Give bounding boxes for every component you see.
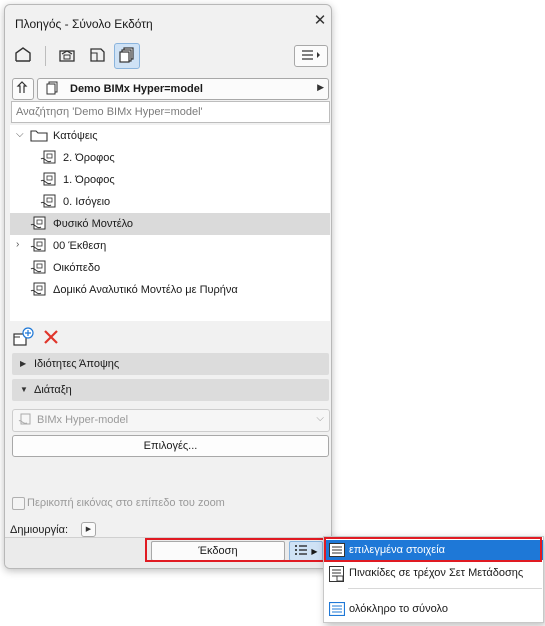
crop-checkbox-label: Περικοπή εικόνας στο επίπεδο του zoom [27,497,225,509]
tree-item-label: Κατόψεις [53,130,98,142]
go-up-button[interactable] [12,78,34,100]
up-arrow-icon [16,80,30,98]
project-map-icon [13,45,33,66]
chevron-down-icon: ⌵ [316,413,324,424]
menu-item-entire-set[interactable]: ολόκληρο το σύνολο [324,599,543,619]
triangle-right-icon: ▶ [20,359,27,368]
new-folder-icon[interactable] [13,327,35,350]
publisher-tree: ⌵ Κατόψεις 2. Όροφος 1. Όροφος 0. Ισόγει… [10,125,330,321]
view-icon [30,282,48,301]
close-icon[interactable]: ✕ [312,13,328,29]
tree-row[interactable]: Οικόπεδο [10,257,330,279]
options-menu-button[interactable] [294,45,328,67]
tree-row[interactable]: 2. Όροφος [10,147,330,169]
window-title: Πλοηγός - Σύνολο Εκδότη [15,17,153,31]
tree-item-label: 00 Έκθεση [53,240,107,252]
crop-checkbox[interactable] [12,497,25,510]
view-icon [30,260,48,279]
view-properties-section[interactable]: ▶ Ιδιότητες Άποψης [12,353,329,375]
publisher-sets-button[interactable] [114,43,140,69]
tree-row[interactable]: 0. Ισόγειο [10,191,330,213]
tree-item-label: 2. Όροφος [63,152,115,164]
create-menu-button[interactable]: ▶ [81,522,96,537]
tree-row[interactable]: Δομικό Αναλυτικό Μοντέλο με Πυρήνα [10,279,330,301]
view-icon [40,194,58,213]
menu-item-layouts-in-set[interactable]: Πινακίδες σε τρέχον Σετ Μετάδοσης [324,563,543,583]
format-select[interactable]: BIMx Hyper-model ⌵ [12,409,330,432]
tree-row[interactable]: ⌵ Κατόψεις [10,125,330,147]
tree-row[interactable]: › 00 Έκθεση [10,235,330,257]
list-menu-icon [300,49,322,64]
tree-row-selected[interactable]: Φυσικό Μοντέλο [10,213,330,235]
folder-icon [30,128,48,145]
tree-item-label: Δομικό Αναλυτικό Μοντέλο με Πυρήνα [53,284,238,296]
layout-book-button[interactable] [85,43,109,67]
search-field[interactable]: Αναζήτηση 'Demo BIMx Hyper=model' [11,101,330,123]
navigator-panel: Πλοηγός - Σύνολο Εκδότη ✕ Demo BIMx Hype… [4,4,332,569]
search-placeholder: Αναζήτηση 'Demo BIMx Hyper=model' [16,106,203,118]
options-button[interactable]: Επιλογές... [12,435,329,457]
chevron-down-icon[interactable]: ⌵ [16,129,24,140]
tree-row[interactable]: 1. Όροφος [10,169,330,191]
bimx-icon [18,413,32,430]
tree-item-label: 0. Ισόγειο [63,196,111,208]
format-select-value: BIMx Hyper-model [37,414,129,426]
chevron-right-icon[interactable]: › [16,239,19,250]
view-icon [30,238,48,257]
highlight-frame [145,538,326,562]
menu-separator [348,588,542,589]
publisher-set-select[interactable]: Demo BIMx Hyper=model ▶ [37,78,329,100]
project-map-button[interactable] [11,43,35,67]
menu-item-label: Πινακίδες σε τρέχον Σετ Μετάδοσης [349,567,524,579]
menu-item-label: ολόκληρο το σύνολο [349,603,448,615]
tree-item-label: Οικόπεδο [53,262,101,274]
layout-section[interactable]: ▼ Διάταξη [12,379,329,401]
view-map-icon [57,45,77,66]
full-list-icon [328,601,346,619]
publisher-set-value: Demo BIMx Hyper=model [70,83,203,95]
view-icon [40,150,58,169]
tree-item-label: Φυσικό Μοντέλο [53,218,134,230]
chevron-right-icon: ▶ [317,82,324,92]
layouts-list-icon [329,566,345,585]
publisher-sets-icon [118,46,136,67]
create-label: Δημιουργία: [10,524,68,536]
delete-icon[interactable] [43,329,59,348]
layout-book-icon [87,45,107,66]
section-label: Ιδιότητες Άποψης [34,358,120,370]
section-label: Διάταξη [34,384,72,396]
triangle-down-icon: ▼ [20,385,28,394]
toolbar-divider [45,46,46,66]
view-map-button[interactable] [55,43,79,67]
publisher-set-icon [44,81,60,99]
highlight-frame [324,537,542,562]
tree-item-label: 1. Όροφος [63,174,115,186]
view-icon [40,172,58,191]
view-icon [30,216,48,235]
